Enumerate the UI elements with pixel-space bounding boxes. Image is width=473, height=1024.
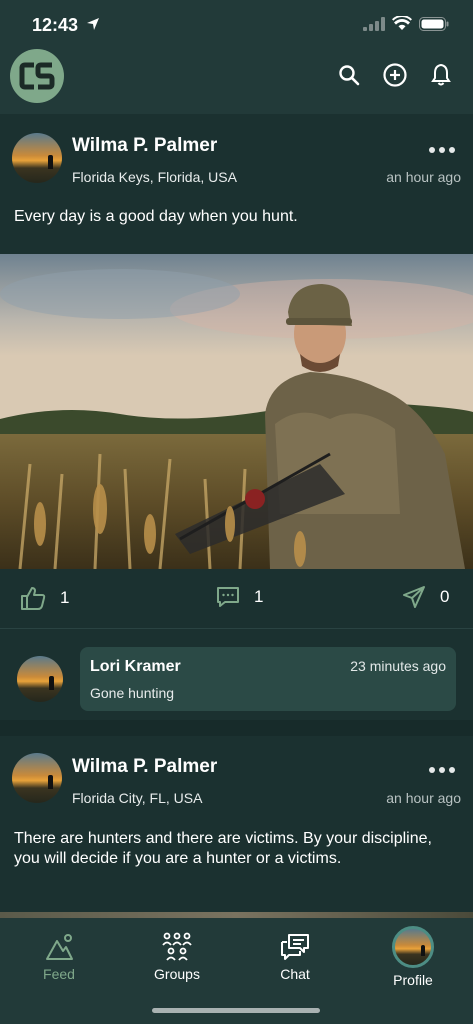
status-bar: 12:43 <box>0 0 473 50</box>
comment-button[interactable]: 1 <box>216 586 263 608</box>
author-location: Florida Keys, Florida, USA <box>72 169 237 185</box>
signal-icon <box>363 16 385 31</box>
groups-icon <box>162 932 192 961</box>
like-button[interactable]: 1 <box>20 586 69 610</box>
bell-icon <box>431 63 451 86</box>
nav-feed[interactable]: Feed <box>19 932 99 982</box>
post-time: an hour ago <box>386 169 461 185</box>
nav-groups[interactable]: Groups <box>137 932 217 982</box>
thumbs-up-icon <box>21 587 46 610</box>
share-count: 0 <box>440 587 450 606</box>
post-time: an hour ago <box>386 790 461 806</box>
battery-icon <box>419 16 449 31</box>
comment-count: 1 <box>254 587 264 606</box>
author-avatar[interactable] <box>12 133 62 183</box>
feed-post: Wilma P. Palmer Florida Keys, Florida, U… <box>0 114 473 720</box>
send-icon <box>403 586 425 608</box>
more-options-icon[interactable] <box>429 767 455 773</box>
post-text: There are hunters and there are victims.… <box>14 830 432 867</box>
status-indicators <box>363 16 449 31</box>
location-arrow-icon <box>87 18 99 30</box>
hunter-photo-illustration <box>0 254 473 569</box>
notifications-button[interactable] <box>429 63 453 87</box>
feed-icon <box>46 934 73 960</box>
post-photo[interactable] <box>0 254 473 569</box>
more-options-icon[interactable] <box>429 147 455 153</box>
search-icon <box>339 65 360 86</box>
cs-logo-icon <box>19 62 55 90</box>
app-header: 12:43 <box>0 0 473 114</box>
profile-avatar <box>392 926 434 968</box>
comment-icon <box>217 587 239 607</box>
nav-profile[interactable]: Profile <box>373 926 453 988</box>
plus-circle-icon <box>383 63 407 87</box>
nav-profile-label: Profile <box>393 972 433 988</box>
post-separator <box>0 720 473 736</box>
search-button[interactable] <box>337 63 361 87</box>
nav-feed-label: Feed <box>43 966 75 982</box>
home-indicator[interactable] <box>152 1008 320 1013</box>
nav-groups-label: Groups <box>154 966 200 982</box>
author-location: Florida City, FL, USA <box>72 790 203 806</box>
comment-bubble[interactable]: Lori Kramer 23 minutes ago Gone hunting <box>80 647 456 711</box>
comment-time: 23 minutes ago <box>350 658 446 674</box>
post-text: Every day is a good day when you hunt. <box>14 208 298 225</box>
commenter-avatar[interactable] <box>17 656 63 702</box>
post-actions: 1 1 0 <box>0 569 473 629</box>
nav-chat-label: Chat <box>280 966 310 982</box>
wifi-icon <box>392 16 412 30</box>
author-name[interactable]: Wilma P. Palmer <box>72 135 217 157</box>
chat-icon <box>281 934 309 960</box>
comment-preview: Lori Kramer 23 minutes ago Gone hunting <box>0 629 473 720</box>
commenter-name: Lori Kramer <box>90 658 181 675</box>
comment-text: Gone hunting <box>90 685 175 701</box>
share-button[interactable]: 0 <box>402 586 449 608</box>
author-name[interactable]: Wilma P. Palmer <box>72 756 217 778</box>
app-logo[interactable] <box>10 49 64 103</box>
author-avatar[interactable] <box>12 753 62 803</box>
nav-chat[interactable]: Chat <box>255 932 335 982</box>
feed-post: Wilma P. Palmer Florida City, FL, USA an… <box>0 736 473 926</box>
add-post-button[interactable] <box>383 63 407 87</box>
header-actions <box>337 63 453 87</box>
status-time: 12:43 <box>32 15 79 35</box>
like-count: 1 <box>60 588 70 607</box>
